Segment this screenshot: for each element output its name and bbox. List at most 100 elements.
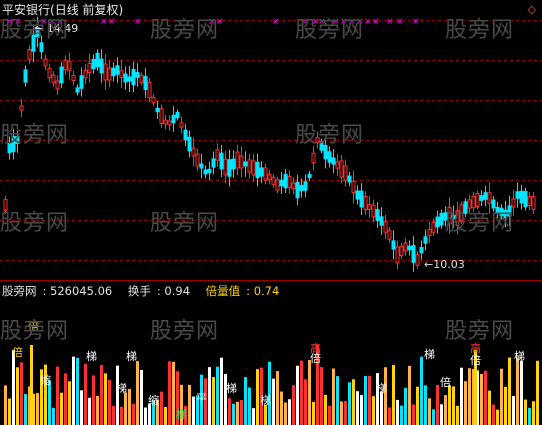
volume-bar (496, 409, 499, 425)
volume-bar (520, 360, 523, 425)
candle (51, 74, 56, 84)
candle (83, 69, 88, 79)
volume-bar (96, 395, 99, 425)
candle (175, 111, 180, 119)
marker-cross: × (108, 17, 116, 27)
volume-bar (328, 405, 331, 425)
candle (463, 201, 468, 214)
high-price-label: ← 14.49 (34, 22, 78, 35)
volume-bar (140, 370, 143, 425)
marker-cross: × (100, 17, 108, 27)
volume-tag: 高 (470, 341, 481, 355)
candle (343, 165, 348, 181)
candle (235, 151, 240, 169)
volume-bar (368, 375, 371, 425)
candle (243, 161, 248, 167)
candle (87, 62, 92, 74)
diamond-icon[interactable]: ◇ (528, 3, 536, 16)
candle (335, 161, 340, 169)
candle (127, 76, 132, 82)
candle (183, 129, 188, 141)
candle (439, 212, 444, 226)
stock-chart-window[interactable]: × × × × × × × × × × × × × × × × × × × × × × × ← 14.49 ←10.03 倍倍梯梯… (0, 0, 542, 425)
candle (203, 169, 208, 175)
candle (471, 195, 476, 209)
volume-bar (192, 396, 195, 425)
volume-bar (284, 402, 287, 425)
volume-bar (380, 391, 383, 425)
candle (163, 119, 168, 125)
volume-bar (144, 407, 147, 425)
volume-bar (308, 360, 311, 425)
candle (383, 221, 388, 233)
volume-bar (160, 391, 163, 425)
candle (519, 190, 524, 204)
volume-tag: 梯 (176, 408, 187, 421)
candle (195, 153, 200, 167)
candle (119, 70, 124, 78)
volume-bar (460, 367, 463, 425)
candle (107, 67, 112, 81)
candle (315, 137, 320, 143)
volume-bar (392, 364, 395, 425)
volume-bar (404, 387, 407, 425)
candle (255, 161, 260, 179)
candle (351, 180, 356, 194)
candle (427, 228, 432, 236)
volume-bar (420, 356, 423, 425)
volume-bar (324, 394, 327, 425)
volume-bar (448, 385, 451, 425)
candle (43, 58, 48, 67)
candle (423, 236, 428, 244)
volume-bar (396, 399, 399, 425)
volume-bar (4, 385, 7, 425)
low-price-label: ←10.03 (424, 258, 465, 271)
volume-bar (232, 403, 235, 425)
marker-cross: × (412, 17, 420, 27)
candle (507, 205, 512, 217)
volume-bar (20, 362, 23, 425)
marker-cross: × (134, 17, 142, 27)
volume-bar (320, 367, 323, 425)
indicator-name: 股旁网: 526045.06 (2, 284, 113, 298)
volume-tag: 缩 (40, 374, 51, 387)
candle (399, 245, 404, 257)
volume-tag: 梯 (116, 382, 127, 395)
volume-bar (524, 399, 527, 425)
candle (79, 75, 84, 89)
marker-cross: × (208, 17, 216, 27)
volume-tag: 缩 (148, 394, 159, 407)
volume-bar (528, 407, 531, 425)
candle (503, 209, 508, 219)
volume-tag: 倍 (28, 319, 39, 333)
candle (331, 157, 336, 165)
candle (3, 199, 8, 211)
candle (511, 198, 516, 208)
volume-bar (480, 373, 483, 425)
volume-bar (76, 357, 79, 425)
volume-bar (412, 404, 415, 425)
candle (39, 42, 44, 53)
candle (147, 81, 152, 99)
marker-cross: × (364, 17, 372, 27)
volume-bar (340, 401, 343, 425)
volume-bar (264, 404, 267, 425)
candle (479, 195, 484, 201)
volume-bar (72, 356, 75, 425)
turnover-readout: 换手: 0.94 (127, 284, 191, 298)
candle (207, 168, 212, 174)
ratio-readout: 倍量值: 0.74 (205, 284, 280, 298)
candle (95, 52, 100, 68)
marker-cross: × (356, 17, 364, 27)
volume-bar (464, 381, 467, 425)
chart-canvas[interactable]: × × × × × × × × × × × × ×× × × × × × × × × ×← 14.49←10.03倍倍梯梯… (0, 0, 542, 425)
volume-bar (120, 406, 123, 425)
candle (167, 120, 172, 126)
marker-cross: × (14, 17, 22, 27)
candle (171, 114, 176, 124)
volume-tag: 梯 (86, 350, 97, 363)
volume-bar (384, 367, 387, 425)
marker-cross: × (272, 17, 280, 27)
candle (411, 245, 416, 263)
candle (215, 149, 220, 161)
